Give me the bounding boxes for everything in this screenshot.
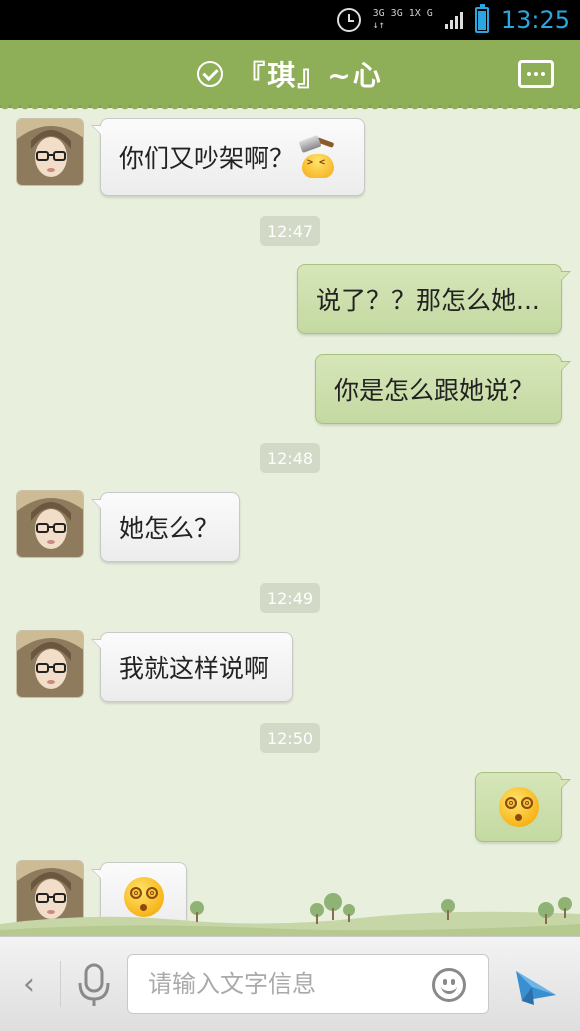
message-timestamp: 12:49: [260, 583, 320, 613]
status-bar: 3G 3G 1X G ↓↑ 13:25: [0, 0, 580, 40]
message-text: 你们又吵架啊？: [119, 144, 295, 173]
input-bar: ‹: [0, 936, 580, 1031]
network-type-label: 3G 3G 1X G: [372, 8, 433, 19]
message-bubble-outgoing[interactable]: [475, 772, 571, 842]
message-bubble[interactable]: 她怎么？: [91, 492, 240, 562]
more-dots-icon: [527, 72, 531, 76]
hammer-emoji-icon: [298, 134, 338, 178]
avatar-portrait: [17, 631, 83, 697]
message-timestamp: 12:48: [260, 443, 320, 473]
microphone-icon[interactable]: [72, 961, 116, 1009]
alarm-icon: [336, 8, 361, 32]
contact-avatar[interactable]: [16, 118, 84, 186]
message-bubble-outgoing[interactable]: 你是怎么跟她说？: [315, 354, 571, 424]
avatar-portrait: [17, 491, 83, 557]
message-bubble[interactable]: 你们又吵架啊？: [91, 118, 365, 196]
chat-title: 『琪』~心: [237, 59, 383, 92]
smiley-icon[interactable]: [432, 968, 466, 1002]
status-icons: 3G 3G 1X G ↓↑ 13:25: [336, 0, 570, 40]
dizzy-emoji-icon: [498, 787, 539, 827]
avatar-portrait: [17, 119, 83, 185]
message-text: 你是怎么跟她说？: [334, 376, 535, 405]
online-check-icon: [197, 61, 224, 87]
message-bubble[interactable]: 我就这样说啊: [91, 632, 293, 702]
network-activity-label: ↓↑: [372, 20, 385, 31]
chat-header: 『琪』~心: [0, 40, 580, 113]
message-text: 我就这样说啊: [119, 654, 270, 683]
message-text: 她怎么？: [119, 514, 220, 543]
message-timestamp: 12:50: [260, 723, 320, 753]
chevron-left-icon[interactable]: ‹: [14, 967, 44, 1002]
network-indicator: 3G 3G 1X G ↓↑: [373, 9, 433, 31]
message-text: 说了？？那怎么她...: [316, 286, 540, 315]
chat-title-group: 『琪』~心: [0, 40, 580, 108]
signal-icon: [444, 11, 463, 29]
landscape-decoration: [0, 893, 580, 936]
chat-area[interactable]: 你们又吵架啊？ 12:47 说了？？那怎么她... 你是怎么跟她说？ 12:48: [0, 116, 580, 936]
send-icon[interactable]: [512, 961, 560, 1009]
message-bubble-outgoing[interactable]: 说了？？那怎么她...: [297, 264, 571, 334]
contact-avatar[interactable]: [16, 630, 84, 698]
divider: [60, 961, 61, 1007]
battery-icon: [474, 4, 489, 33]
more-menu-button[interactable]: [518, 60, 554, 88]
contact-avatar[interactable]: [16, 490, 84, 558]
clock: 13:25: [500, 6, 570, 34]
message-timestamp: 12:47: [260, 216, 320, 246]
battery-level: [477, 10, 486, 30]
